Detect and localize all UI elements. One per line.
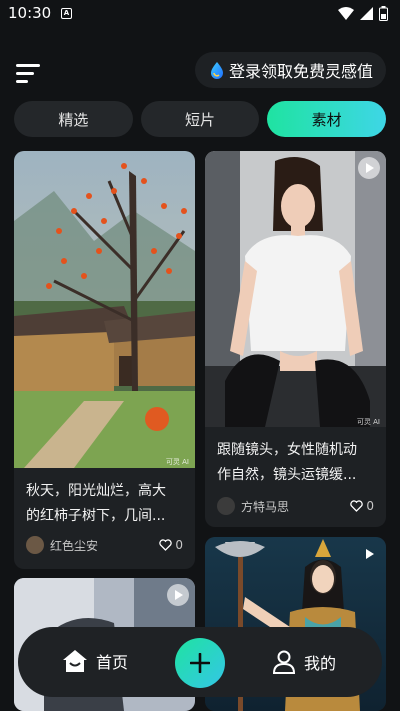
login-promo-button[interactable]: 登录领取免费灵感值: [195, 52, 386, 88]
nav-home-label: 首页: [96, 653, 129, 672]
ai-watermark: 可灵 AI: [356, 418, 380, 426]
card-thumbnail-persimmon-tree: [14, 151, 195, 468]
ai-watermark: 可灵 AI: [165, 458, 189, 466]
status-icons: [338, 6, 388, 21]
heart-icon: [159, 539, 173, 551]
promo-text: 登录领取免费灵感值: [229, 62, 374, 81]
tab-shorts[interactable]: 短片: [140, 101, 260, 137]
author-name: 方特马思: [241, 499, 290, 514]
status-bar: 10:30 A: [0, 0, 400, 30]
drop-icon: [211, 62, 223, 79]
play-icon[interactable]: [358, 157, 380, 179]
nav-profile-label: 我的: [304, 654, 337, 673]
like-count: 0: [366, 499, 374, 513]
like-button[interactable]: 0: [159, 538, 183, 552]
user-icon: [272, 650, 296, 674]
avatar: [26, 536, 44, 554]
signal-icon: [360, 7, 373, 20]
bottom-nav: 首页 我的: [18, 627, 382, 697]
play-icon[interactable]: [167, 584, 189, 606]
play-icon[interactable]: [358, 543, 380, 565]
card-title: 秋天，阳光灿烂，高大 的红柿子树下，几间...: [26, 483, 166, 524]
card-thumbnail-woman-gym: [205, 151, 386, 427]
author-name: 红色尘安: [50, 538, 99, 553]
battery-icon: [379, 6, 388, 21]
home-icon: [63, 650, 87, 672]
status-time: 10:30: [8, 4, 52, 22]
like-button[interactable]: 0: [350, 499, 374, 513]
notification-icon: A: [61, 8, 72, 19]
material-card[interactable]: 可灵 AI 跟随镜头，女性随机动 作自然，镜头运镜缓... 方特马思 0: [205, 151, 386, 527]
create-button[interactable]: [175, 638, 225, 688]
nav-home[interactable]: 首页: [62, 649, 128, 673]
card-title: 跟随镜头，女性随机动 作自然，镜头运镜缓...: [217, 442, 357, 483]
avatar: [217, 497, 235, 515]
material-card[interactable]: 可灵 AI 秋天，阳光灿烂，高大 的红柿子树下，几间... 红色尘安 0: [14, 151, 195, 569]
header: 登录领取免费灵感值: [0, 48, 400, 94]
category-tabs: 精选 短片 素材: [14, 101, 387, 137]
nav-profile[interactable]: 我的: [272, 649, 336, 675]
menu-icon[interactable]: [16, 64, 40, 84]
card-meta: 方特马思 0: [217, 496, 374, 516]
tab-featured[interactable]: 精选: [14, 101, 133, 137]
like-count: 0: [175, 538, 183, 552]
tab-materials[interactable]: 素材: [267, 101, 387, 137]
heart-icon: [350, 500, 364, 512]
card-meta: 红色尘安 0: [26, 535, 183, 555]
wifi-icon: [338, 7, 354, 20]
plus-icon: [190, 653, 210, 673]
